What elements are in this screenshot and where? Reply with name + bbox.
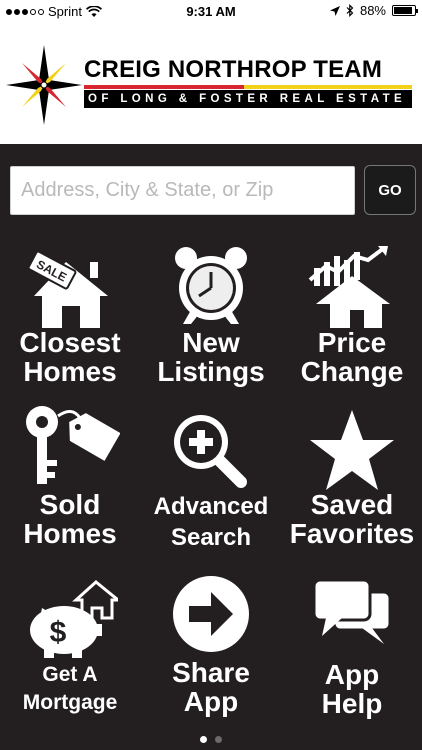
sold-homes-tile[interactable]: Sold Homes bbox=[0, 402, 140, 562]
svg-text:$: $ bbox=[50, 616, 67, 649]
brand-subtitle: OF LONG & FOSTER REAL ESTATE bbox=[84, 90, 412, 108]
page-dot[interactable] bbox=[200, 736, 207, 743]
get-a-mortgage-label: Get A Mortgage bbox=[22, 663, 118, 715]
go-button[interactable]: GO bbox=[364, 165, 416, 215]
page-indicator[interactable] bbox=[0, 736, 422, 743]
star-icon bbox=[310, 410, 394, 490]
saved-favorites-label: Saved Favorites bbox=[289, 489, 415, 550]
speech-bubbles-icon bbox=[312, 578, 392, 644]
sale-house-icon: SALE bbox=[27, 250, 108, 328]
bluetooth-icon bbox=[346, 4, 354, 17]
app-header: CREIG NORTHROP TEAM OF LONG & FOSTER REA… bbox=[0, 24, 422, 144]
location-arrow-icon bbox=[329, 5, 340, 16]
battery-icon bbox=[392, 5, 418, 16]
arrow-circle-icon bbox=[173, 576, 249, 652]
compass-rose-logo-icon bbox=[6, 45, 82, 125]
battery-percent: 88% bbox=[359, 3, 386, 18]
alarm-clock-icon bbox=[175, 247, 247, 324]
sold-homes-label: Sold Homes bbox=[23, 489, 117, 550]
address-search-input[interactable] bbox=[10, 166, 355, 215]
app-help-tile[interactable]: App Help bbox=[282, 578, 422, 738]
advanced-search-tile[interactable]: Advanced Search bbox=[141, 402, 281, 562]
saved-favorites-tile[interactable]: Saved Favorites bbox=[282, 402, 422, 562]
get-a-mortgage-tile[interactable]: $ Get A Mortgage bbox=[0, 580, 140, 740]
piggy-bank-house-icon: $ bbox=[30, 580, 118, 658]
new-listings-tile[interactable]: New Listings bbox=[141, 240, 281, 400]
new-listings-label: New Listings bbox=[157, 327, 265, 388]
wifi-icon bbox=[85, 5, 102, 17]
price-change-tile[interactable]: Price Change bbox=[282, 240, 422, 400]
key-tag-icon bbox=[26, 406, 120, 484]
page-dot[interactable] bbox=[215, 736, 222, 743]
status-bar: Sprint 9:31 AM 88% bbox=[0, 0, 422, 24]
advanced-search-label: Advanced Search bbox=[153, 493, 269, 552]
battery-level-fill bbox=[394, 7, 412, 14]
share-app-tile[interactable]: Share App bbox=[141, 574, 281, 734]
closest-homes-tile[interactable]: SALE Closest Homes bbox=[0, 240, 140, 400]
signal-carrier: Sprint bbox=[6, 4, 102, 19]
magnifier-plus-icon bbox=[174, 415, 247, 488]
price-chart-house-icon bbox=[308, 246, 390, 328]
status-right: 88% bbox=[329, 3, 418, 18]
brand-accent-bar bbox=[84, 85, 412, 89]
price-change-label: Price Change bbox=[300, 327, 404, 388]
carrier-name: Sprint bbox=[48, 4, 82, 19]
signal-strength-icon bbox=[6, 8, 44, 15]
closest-homes-label: Closest Homes bbox=[19, 327, 121, 388]
app-help-label: App Help bbox=[321, 659, 383, 720]
share-app-label: Share App bbox=[172, 657, 250, 718]
brand-name: CREIG NORTHROP TEAM bbox=[84, 56, 383, 83]
